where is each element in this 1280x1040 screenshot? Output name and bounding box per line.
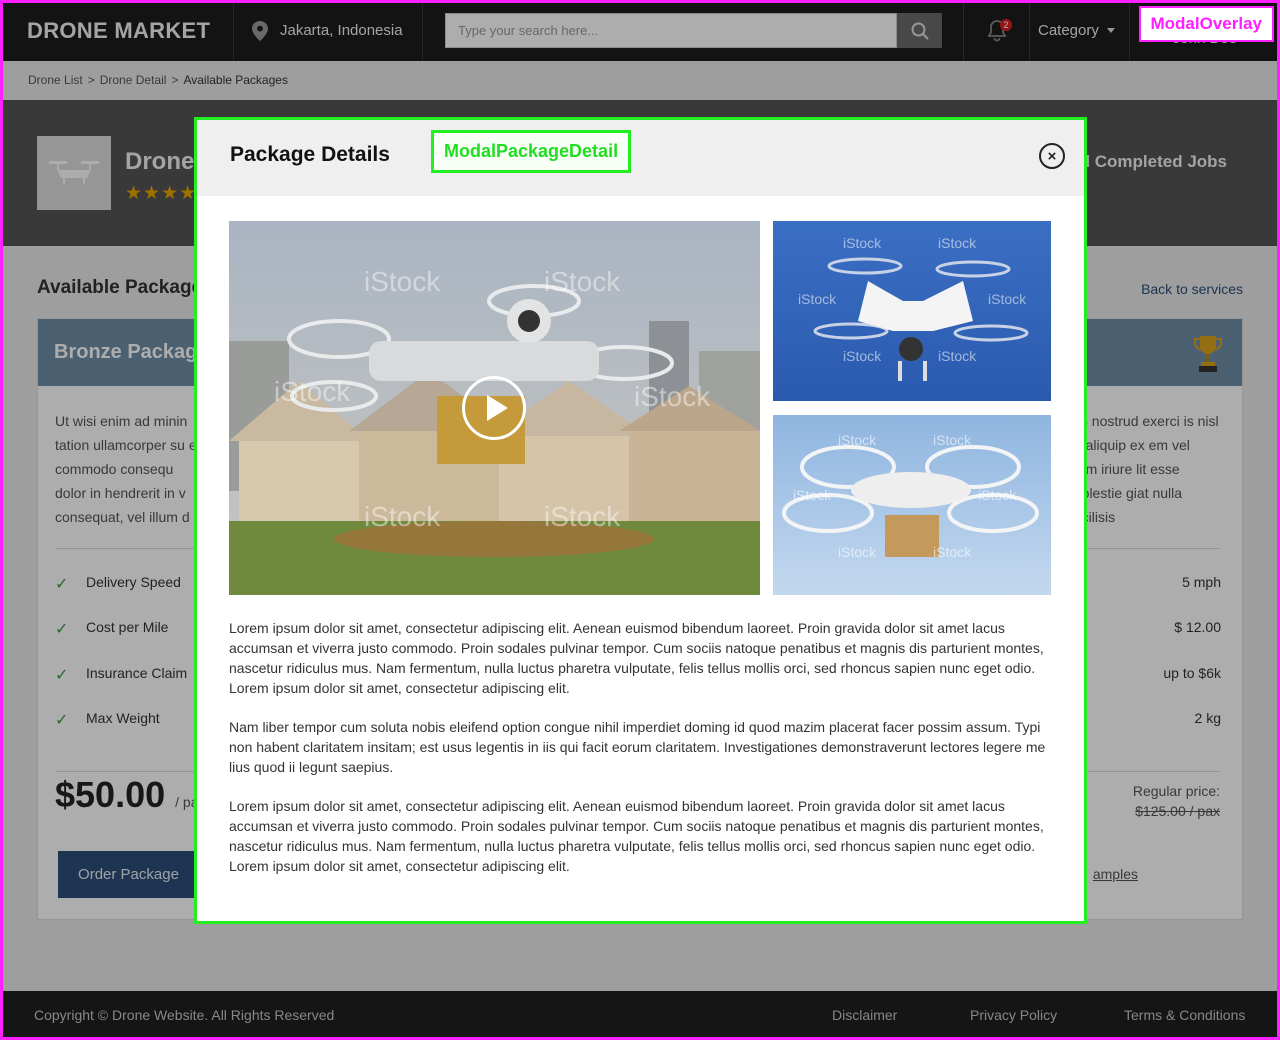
watermark-text: iStock (838, 432, 877, 448)
video-preview[interactable]: iStock iStock iStock iStock iStock iStoc… (229, 221, 760, 595)
package-description: Lorem ipsum dolor sit amet, consectetur … (229, 618, 1065, 895)
package-detail-modal: Package Details ModalPackageDetail × iSt… (194, 117, 1087, 924)
watermark-text: iStock (843, 235, 882, 251)
watermark-text: iStock (938, 348, 977, 364)
modal-annotation-tag: ModalPackageDetail (431, 130, 632, 173)
watermark-text: iStock (838, 544, 877, 560)
watermark-text: iStock (274, 376, 351, 407)
watermark-text: iStock (933, 432, 972, 448)
description-paragraph: Lorem ipsum dolor sit amet, consectetur … (229, 620, 1044, 696)
watermark-text: iStock (634, 381, 711, 412)
description-paragraph: Nam liber tempor cum soluta nobis eleife… (229, 719, 1046, 775)
watermark-text: iStock (544, 501, 621, 532)
watermark-text: iStock (978, 487, 1017, 503)
modal-header: Package Details ModalPackageDetail × (197, 120, 1084, 196)
overlay-annotation-tag: ModalOverlay (1138, 6, 1274, 42)
close-icon[interactable]: × (1039, 143, 1065, 169)
gallery-thumbnail-1[interactable]: iStock iStock iStock iStock iStock iStoc… (773, 221, 1051, 401)
drone-package-photo: iStock iStock iStock iStock iStock iStoc… (773, 415, 1051, 595)
watermark-text: iStock (933, 544, 972, 560)
watermark-text: iStock (988, 291, 1027, 307)
modal-title: Package Details (230, 143, 390, 166)
watermark-text: iStock (364, 501, 441, 532)
watermark-text: iStock (843, 348, 882, 364)
watermark-text: iStock (938, 235, 977, 251)
drone-photo: iStock iStock iStock iStock iStock iStoc… (773, 221, 1051, 401)
description-paragraph: Lorem ipsum dolor sit amet, consectetur … (229, 798, 1044, 874)
play-icon[interactable] (462, 376, 526, 440)
watermark-text: iStock (544, 266, 621, 297)
watermark-text: iStock (798, 291, 837, 307)
watermark-text: iStock (793, 487, 832, 503)
watermark-text: iStock (364, 266, 441, 297)
gallery-thumbnail-2[interactable]: iStock iStock iStock iStock iStock iStoc… (773, 415, 1051, 595)
